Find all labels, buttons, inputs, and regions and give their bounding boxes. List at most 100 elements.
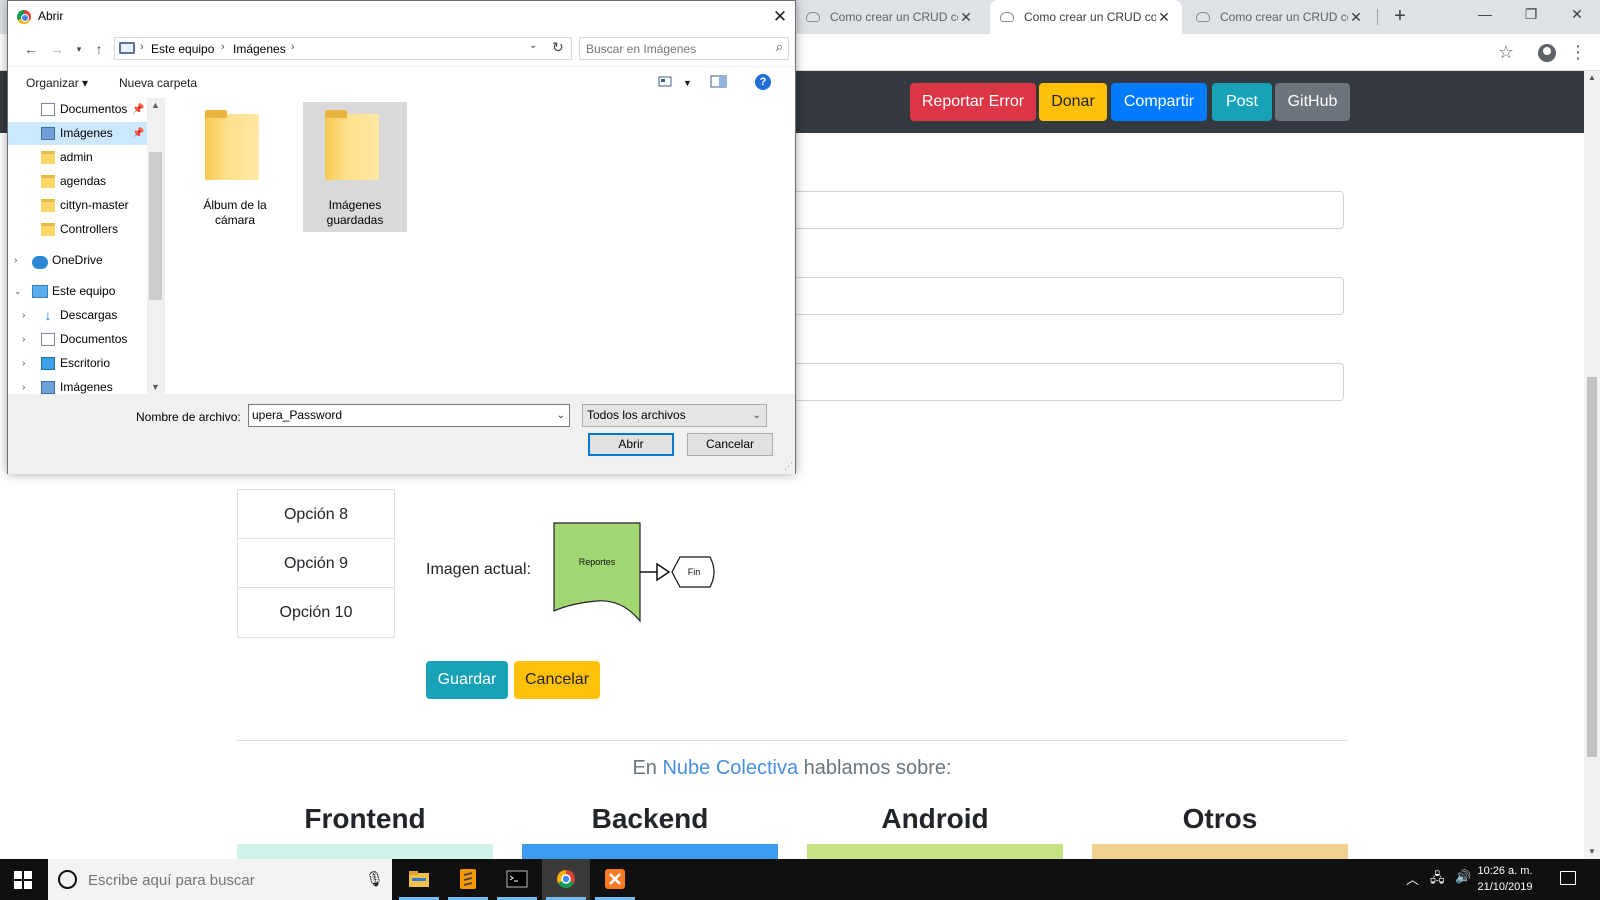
folder-item-camera-roll[interactable]: Álbum de la cámara: [183, 102, 287, 232]
page-scrollbar[interactable]: ▲ ▼: [1584, 71, 1600, 859]
save-button[interactable]: Guardar: [426, 661, 508, 699]
chevron-down-icon: ▾: [82, 76, 89, 90]
taskbar-app-sublime-text[interactable]: [444, 859, 492, 900]
scroll-down-icon[interactable]: ▼: [147, 382, 164, 392]
post-button[interactable]: Post: [1212, 83, 1272, 121]
filetype-select[interactable]: Todos los archivos ⌄: [582, 404, 767, 427]
taskbar-app-file-explorer[interactable]: [395, 859, 443, 900]
cancel-button[interactable]: Cancelar: [514, 661, 600, 699]
close-tab-icon[interactable]: ✕: [958, 9, 974, 26]
taskbar-search[interactable]: 🎙: [48, 859, 392, 900]
taskbar-search-input[interactable]: [88, 870, 348, 890]
search-box[interactable]: ⌕: [579, 37, 789, 60]
nav-item-agendas[interactable]: agendas: [8, 170, 148, 193]
chevron-right-icon[interactable]: ›: [22, 328, 25, 351]
report-error-button[interactable]: Reportar Error: [910, 83, 1036, 121]
scroll-up-icon[interactable]: ▲: [147, 100, 164, 110]
dialog-cancel-button[interactable]: Cancelar: [687, 433, 773, 456]
folder-item-saved-pictures[interactable]: Imágenes guardadas: [303, 102, 407, 232]
nav-item-desktop[interactable]: › Escritorio: [8, 352, 148, 375]
help-icon[interactable]: ?: [755, 74, 771, 90]
address-dropdown-icon[interactable]: ⌄: [529, 40, 537, 51]
refresh-icon[interactable]: ↻: [552, 39, 564, 56]
new-tab-icon[interactable]: +: [1388, 5, 1412, 29]
menu-kebab-icon[interactable]: ⋮: [1568, 41, 1588, 65]
chevron-right-icon[interactable]: ›: [22, 304, 25, 327]
chevron-right-icon[interactable]: ›: [14, 249, 17, 272]
list-item-option[interactable]: Opción 10: [238, 588, 394, 637]
nav-item-pictures-pinned[interactable]: Imágenes 📌: [8, 122, 148, 145]
taskbar-app-xampp[interactable]: [591, 859, 639, 900]
preview-pane-icon[interactable]: [710, 74, 728, 90]
microphone-icon[interactable]: 🎙: [365, 870, 384, 888]
system-clock[interactable]: 10:26 a. m. 21/10/2019: [1470, 863, 1540, 895]
search-input[interactable]: [586, 41, 756, 57]
address-bar[interactable]: › Este equipo › Imágenes › ⌄ ↻: [114, 37, 572, 60]
taskbar-app-terminal[interactable]: [493, 859, 541, 900]
window-close-icon[interactable]: ✕: [1554, 0, 1600, 30]
dialog-close-icon[interactable]: ✕: [765, 3, 795, 31]
organize-menu[interactable]: Organizar ▾: [26, 76, 88, 90]
form-input-2[interactable]: [780, 277, 1344, 315]
category-card[interactable]: [807, 844, 1063, 859]
minimize-icon[interactable]: —: [1462, 0, 1508, 30]
forward-arrow-icon[interactable]: →: [48, 40, 66, 58]
windows-start-icon[interactable]: [14, 871, 32, 889]
brand-link[interactable]: Nube Colectiva: [662, 757, 798, 779]
form-input-1[interactable]: [780, 191, 1344, 229]
chevron-down-icon[interactable]: ⌄: [557, 405, 565, 426]
browser-tab[interactable]: Como crear un CRUD con ✕: [796, 0, 984, 34]
back-arrow-icon[interactable]: ←: [22, 40, 40, 58]
nav-pane-scrollbar[interactable]: ▲ ▼: [147, 98, 164, 394]
nav-item-admin[interactable]: admin: [8, 146, 148, 169]
nav-item-documents-pinned[interactable]: Documentos 📌: [8, 98, 148, 121]
browser-tab[interactable]: Como crear un CRUD con ✕: [1186, 0, 1374, 34]
network-icon[interactable]: 🖧: [1430, 869, 1445, 891]
category-card[interactable]: [522, 844, 778, 859]
close-tab-icon[interactable]: ✕: [1156, 9, 1172, 26]
resize-grip-icon[interactable]: ⋰: [784, 461, 793, 472]
chevron-right-icon[interactable]: ›: [22, 352, 25, 375]
new-folder-button[interactable]: Nueva carpeta: [119, 76, 197, 90]
nav-item-controllers[interactable]: Controllers: [8, 218, 148, 241]
list-item-option[interactable]: Opción 8: [238, 490, 394, 539]
breadcrumb-this-pc[interactable]: Este equipo: [151, 42, 214, 56]
chevron-down-icon[interactable]: ⌄: [14, 280, 22, 303]
nav-item-pictures[interactable]: › Imágenes: [8, 376, 148, 394]
action-center-icon[interactable]: [1560, 871, 1576, 885]
breadcrumb-pictures[interactable]: Imágenes: [233, 42, 286, 56]
scrollbar-thumb[interactable]: [149, 152, 162, 300]
nav-item-cittyn-master[interactable]: cittyn-master: [8, 194, 148, 217]
chevron-right-icon[interactable]: ›: [22, 376, 25, 394]
share-button[interactable]: Compartir: [1111, 83, 1207, 121]
open-button[interactable]: Abrir: [588, 433, 674, 456]
list-item-option[interactable]: Opción 9: [238, 539, 394, 588]
browser-tab-active[interactable]: Como crear un CRUD con ✕: [990, 0, 1182, 34]
recent-locations-icon[interactable]: ▾: [70, 40, 88, 58]
github-button[interactable]: GitHub: [1275, 83, 1350, 121]
document-icon: [41, 333, 55, 346]
volume-icon[interactable]: 🔊: [1455, 869, 1471, 885]
change-view-icon[interactable]: [658, 74, 676, 90]
view-options-dropdown-icon[interactable]: ▼: [683, 78, 692, 88]
scroll-down-icon[interactable]: ▼: [1584, 845, 1600, 859]
scroll-up-icon[interactable]: ▲: [1584, 71, 1600, 85]
show-hidden-icons-icon[interactable]: ︿: [1406, 869, 1419, 888]
up-arrow-icon[interactable]: ↑: [90, 40, 108, 58]
nav-item-downloads[interactable]: › ↓ Descargas: [8, 304, 148, 327]
category-card[interactable]: [237, 844, 493, 859]
taskbar-app-chrome[interactable]: [542, 859, 590, 900]
close-tab-icon[interactable]: ✕: [1348, 9, 1364, 26]
category-card[interactable]: [1092, 844, 1348, 859]
form-input-3[interactable]: [780, 363, 1344, 401]
account-icon[interactable]: [1538, 44, 1556, 62]
filename-combobox[interactable]: upera_Password ⌄: [248, 404, 570, 427]
restore-icon[interactable]: ❐: [1508, 0, 1554, 30]
nav-item-onedrive[interactable]: › OneDrive: [8, 249, 148, 272]
donate-button[interactable]: Donar: [1039, 83, 1107, 121]
scrollbar-thumb[interactable]: [1587, 377, 1597, 757]
bookmark-star-icon[interactable]: ☆: [1494, 41, 1518, 65]
filename-field[interactable]: upera_Password: [252, 408, 342, 422]
nav-item-this-pc[interactable]: ⌄ Este equipo: [8, 280, 148, 303]
nav-item-documents[interactable]: › Documentos: [8, 328, 148, 351]
